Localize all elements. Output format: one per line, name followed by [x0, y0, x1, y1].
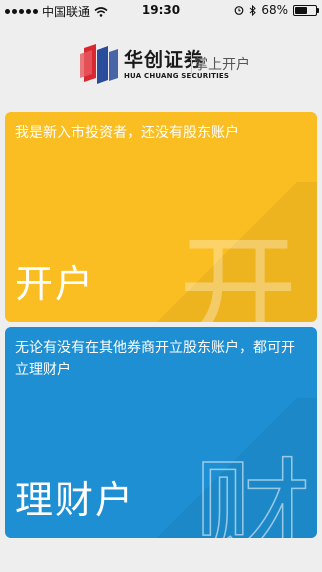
open-card-watermark: 开	[178, 222, 297, 322]
wealth-card-watermark: 财	[192, 446, 312, 538]
open-card-title: 开户	[15, 262, 96, 306]
header-subtitle: 掌上开户	[194, 57, 250, 73]
wealth-card-title: 理财户	[15, 478, 136, 522]
open-card-description: 我是新入市投资者，还没有股东账户	[15, 125, 239, 141]
brand-name: 华创证券	[124, 49, 205, 71]
wealth-account-card[interactable]: 财 无论有没有在其他券商开立股东账户，都可开立理财户 理财户	[5, 327, 317, 538]
app-header: 华创证券 HUA CHUANG SECURITIES 掌上开户	[0, 20, 322, 106]
status-right: 68%	[234, 3, 319, 17]
status-bar: 中国联通 19:30 68%	[0, 0, 322, 20]
hua-chuang-logo-icon	[80, 44, 118, 84]
alarm-icon	[234, 6, 244, 15]
header-divider	[191, 52, 192, 74]
battery-fill	[295, 6, 308, 14]
wealth-card-description: 无论有没有在其他券商开立股东账户，都可开立理财户	[15, 340, 295, 378]
battery-icon	[293, 4, 319, 16]
battery-percent: 68%	[261, 3, 288, 17]
bluetooth-icon	[249, 4, 257, 16]
open-account-card[interactable]: 开 我是新入市投资者，还没有股东账户 开户	[5, 112, 317, 322]
